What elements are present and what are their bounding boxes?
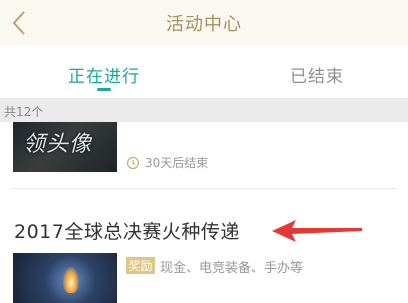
active-tab-indicator	[97, 88, 111, 91]
app-header: 活动中心	[0, 0, 408, 46]
tab-bar: 正在进行 已结束	[0, 46, 408, 98]
activity-time: 30天后结束	[126, 154, 208, 171]
activity-thumbnail[interactable]	[13, 253, 117, 303]
activity-thumbnail[interactable]: 领头像	[13, 122, 117, 172]
time-remaining: 30天后结束	[145, 156, 209, 170]
divider	[12, 188, 398, 189]
activity-title[interactable]: 2017全球总决赛火种传递	[14, 217, 240, 244]
clock-icon	[126, 156, 140, 169]
tab-ongoing[interactable]: 正在进行	[68, 62, 140, 87]
thumbnail-caption: 领头像	[23, 132, 93, 157]
tab-ended[interactable]: 已结束	[290, 62, 344, 87]
activity-count: 共12个	[4, 105, 44, 119]
red-arrow-annotation	[272, 220, 362, 242]
reward-description: 现金、电竞装备、手办等	[160, 261, 304, 276]
count-bar: 共12个	[0, 98, 408, 122]
page-title: 活动中心	[166, 14, 242, 35]
flame-image	[63, 267, 79, 293]
reward-badge: 奖励	[126, 257, 155, 274]
